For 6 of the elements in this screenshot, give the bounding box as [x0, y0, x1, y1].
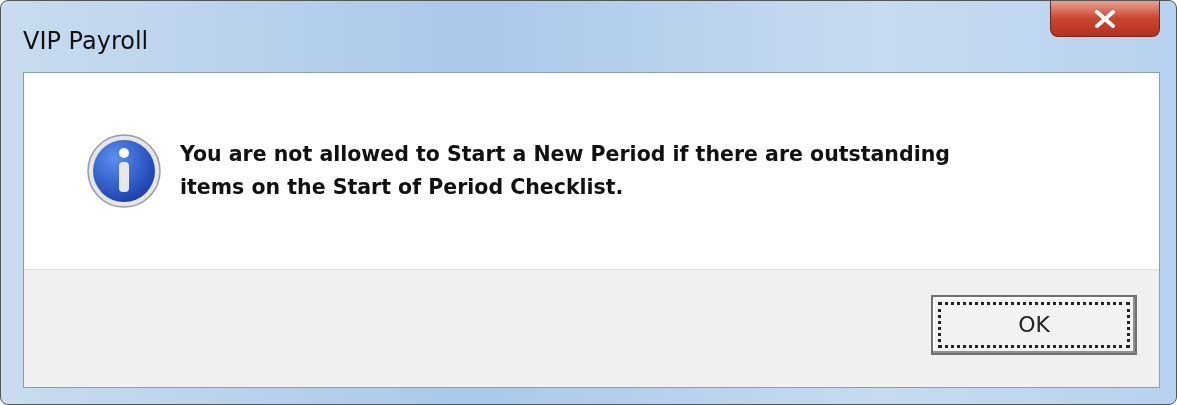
window-title: VIP Payroll [23, 27, 149, 55]
ok-button[interactable]: OK [931, 294, 1137, 355]
message-text: You are not allowed to Start a New Period if there are outstanding items on the Start of Period Checklist. [180, 141, 951, 201]
close-button[interactable] [1050, 1, 1160, 37]
close-icon [1094, 9, 1116, 28]
information-icon [86, 133, 162, 209]
